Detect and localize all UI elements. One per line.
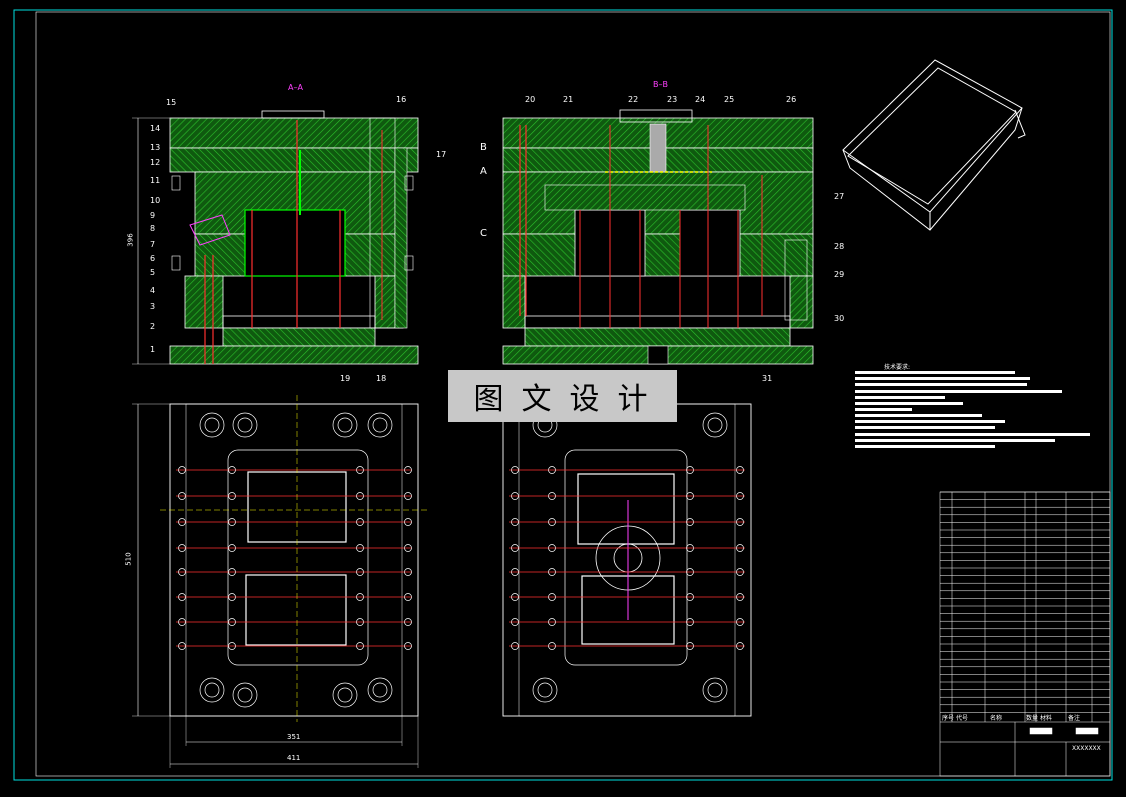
parts-list-header: 代号 bbox=[956, 715, 969, 722]
part-number-top: 25 bbox=[724, 95, 735, 104]
part-number-top: 26 bbox=[786, 95, 797, 104]
part-number-left: 2 bbox=[150, 322, 156, 331]
part-number-left: 1 bbox=[150, 345, 156, 354]
parts-list-header: 备注 bbox=[1068, 715, 1081, 722]
parts-list-header: 名称 bbox=[990, 715, 1003, 722]
guide-hole-inner bbox=[204, 682, 220, 698]
plan-view-right bbox=[502, 403, 752, 717]
part-isometric bbox=[842, 59, 1026, 231]
part-number-left: 4 bbox=[150, 286, 156, 295]
part-number-left: 14 bbox=[150, 124, 161, 133]
guide-hole bbox=[199, 677, 225, 703]
section-view-aa bbox=[132, 110, 419, 365]
parts-list bbox=[939, 491, 1111, 777]
part-number-left: 11 bbox=[150, 176, 161, 185]
guide-hole-inner bbox=[537, 682, 553, 698]
tech-requirement-line bbox=[855, 445, 995, 448]
watermark-banner: 图文设计 bbox=[448, 370, 677, 422]
tech-requirement-line bbox=[855, 383, 1027, 386]
guide-hole-inner bbox=[372, 417, 388, 433]
parts-list-header: 数量 bbox=[1026, 715, 1039, 722]
dim-width-outer: 411 bbox=[287, 754, 301, 762]
tech-requirement-line bbox=[855, 390, 1062, 393]
guide-hole bbox=[702, 677, 728, 703]
guide-hole bbox=[232, 682, 258, 708]
guide-hole bbox=[367, 677, 393, 703]
tech-requirement-line bbox=[855, 377, 1030, 380]
part-number-side: 31 bbox=[762, 374, 773, 383]
part-number-side: 28 bbox=[834, 242, 845, 251]
part-number-17: 17 bbox=[436, 150, 447, 159]
tech-requirement-line bbox=[855, 420, 1005, 423]
guide-hole bbox=[332, 682, 358, 708]
part-number-side: 29 bbox=[834, 270, 845, 279]
parts-list-header: 材料 bbox=[1040, 715, 1053, 722]
tech-requirement-line bbox=[855, 426, 995, 429]
part-number-left: 5 bbox=[150, 268, 156, 277]
guide-hole-inner bbox=[237, 687, 253, 703]
tech-requirement-line bbox=[855, 433, 1090, 436]
part-number-left: 3 bbox=[150, 302, 156, 311]
tech-requirement-line bbox=[855, 396, 945, 399]
tech-requirement-line bbox=[855, 371, 1015, 374]
tech-requirement-line bbox=[855, 402, 963, 405]
part-number-top: 24 bbox=[695, 95, 706, 104]
section-label-bb: B–B bbox=[653, 80, 668, 89]
guide-hole-inner bbox=[337, 687, 353, 703]
part-number-top: 21 bbox=[563, 95, 574, 104]
guide-hole-inner bbox=[237, 417, 253, 433]
section-letter-c: C bbox=[480, 228, 487, 239]
guide-hole bbox=[332, 412, 358, 438]
section-letter-a: A bbox=[480, 166, 487, 177]
guide-hole bbox=[199, 412, 225, 438]
part-number-16: 16 bbox=[396, 95, 407, 104]
dim-height-left: 396 bbox=[126, 233, 135, 247]
part-number-left: 13 bbox=[150, 143, 161, 152]
part-number-left: 6 bbox=[150, 254, 156, 263]
part-number-top: 22 bbox=[628, 95, 639, 104]
part-number-side: 30 bbox=[834, 314, 845, 323]
part-number-left: 8 bbox=[150, 224, 156, 233]
part-number-left: 7 bbox=[150, 240, 156, 249]
guide-hole bbox=[367, 412, 393, 438]
part-number-left: 15 bbox=[166, 98, 177, 107]
drawing-number: XXXXXXX bbox=[1072, 745, 1101, 752]
guide-hole bbox=[232, 412, 258, 438]
part-number-19: 19 bbox=[340, 374, 351, 383]
part-number-left: 12 bbox=[150, 158, 161, 167]
part-number-left: 10 bbox=[150, 196, 161, 205]
dim-width-inner: 351 bbox=[287, 733, 301, 741]
guide-hole-inner bbox=[707, 417, 723, 433]
parts-list-header: 序号 bbox=[942, 715, 955, 722]
guide-hole-inner bbox=[337, 417, 353, 433]
part-number-18: 18 bbox=[376, 374, 387, 383]
tech-requirement-line bbox=[855, 408, 912, 411]
tech-requirement-line bbox=[855, 414, 982, 417]
guide-hole-inner bbox=[204, 417, 220, 433]
plan-view-left bbox=[132, 395, 430, 768]
part-number-top: 20 bbox=[525, 95, 536, 104]
tech-requirement-line bbox=[855, 439, 1055, 442]
guide-hole-inner bbox=[707, 682, 723, 698]
guide-hole bbox=[532, 677, 558, 703]
section-view-bb bbox=[502, 109, 814, 365]
guide-hole bbox=[702, 412, 728, 438]
section-label-aa: A–A bbox=[288, 83, 303, 92]
guide-hole-inner bbox=[372, 682, 388, 698]
part-number-left: 9 bbox=[150, 211, 156, 220]
part-number-top: 23 bbox=[667, 95, 678, 104]
tech-requirements-title: 技术要求: bbox=[884, 364, 911, 371]
dim-height-plan: 510 bbox=[124, 552, 133, 566]
part-number-side: 27 bbox=[834, 192, 845, 201]
section-letter-b: B bbox=[480, 142, 487, 153]
drawing-sheet: A–A B–B 15 14 13 12 11 10 9 8 7 6 5 4 3 2 1 19 18 16 1… bbox=[0, 0, 1126, 793]
